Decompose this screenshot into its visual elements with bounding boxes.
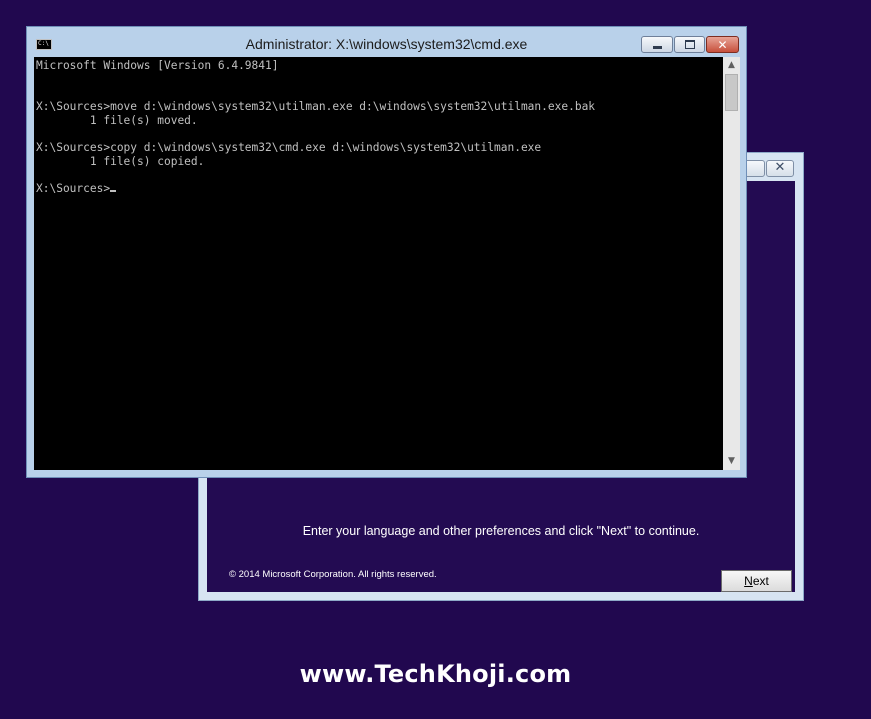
console-line: X:\Sources>move d:\windows\system32\util… [36, 100, 596, 114]
close-icon: ✕ [774, 160, 786, 175]
cmd-window[interactable]: C:\ Administrator: X:\windows\system32\c… [26, 26, 747, 478]
chevron-down-icon[interactable]: ▼ [723, 453, 740, 470]
minimize-button[interactable] [641, 36, 673, 53]
console-line: 1 file(s) moved. [36, 113, 198, 127]
text-cursor [110, 190, 117, 193]
console-line: X:\Sources> [36, 182, 595, 196]
minimize-icon [652, 45, 662, 49]
copyright-text: © 2014 Microsoft Corporation. All rights… [229, 569, 437, 580]
console-line: X:\Sources>copy d:\windows\system32\cmd.… [36, 141, 542, 155]
next-button[interactable]: Next [721, 570, 792, 592]
next-button-label: ext [752, 574, 769, 588]
console-line: 1 file(s) copied. [36, 154, 205, 168]
console-output-area[interactable]: Microsoft Windows [Version 6.4.9841] X:\S… [34, 57, 723, 470]
console-text: Microsoft Windows [Version 6.4.9841] X:\S… [36, 59, 595, 196]
watermark-text: www.TechKhoji.com [299, 660, 572, 688]
maximize-button[interactable] [674, 36, 705, 53]
console-line: Microsoft Windows [Version 6.4.9841] [36, 59, 279, 72]
chevron-up-icon[interactable]: ▲ [723, 57, 740, 74]
setup-close-button[interactable]: ✕ [766, 160, 794, 177]
maximize-icon [684, 40, 695, 49]
cmd-titlebar[interactable]: C:\ Administrator: X:\windows\system32\c… [27, 27, 746, 57]
setup-instruction-text: Enter your language and other preference… [302, 524, 700, 538]
scrollbar-thumb[interactable] [725, 74, 738, 111]
close-button[interactable]: ✕ [706, 36, 739, 53]
close-icon: ✕ [717, 37, 728, 52]
vertical-scrollbar[interactable]: ▲ ▼ [723, 57, 740, 470]
cmd-window-title: Administrator: X:\windows\system32\cmd.e… [245, 36, 528, 52]
next-button-accelerator: N [744, 574, 753, 588]
